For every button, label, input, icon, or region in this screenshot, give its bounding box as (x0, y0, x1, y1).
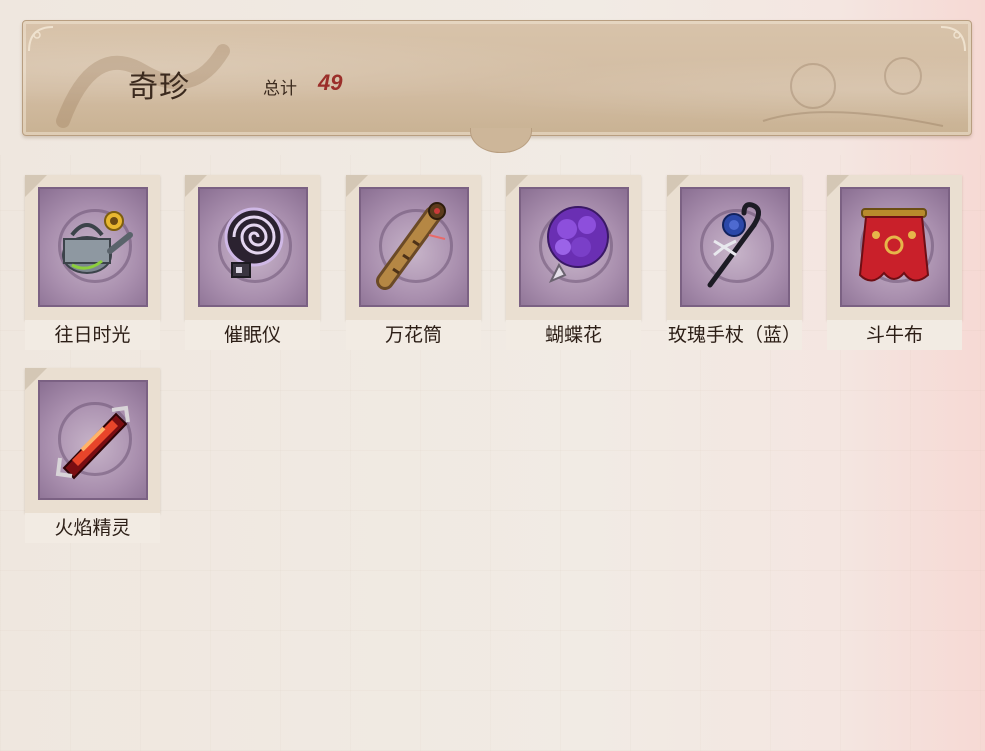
butterfly-bouquet-icon (547, 206, 609, 283)
item-card[interactable]: 蝴蝶花 (506, 175, 641, 350)
item-frame (25, 368, 160, 513)
item-card[interactable]: 玫瑰手杖（蓝） (667, 175, 802, 350)
item-card[interactable]: 催眠仪 (185, 175, 320, 350)
total-count: 49 (318, 70, 343, 95)
blue-rose-cane-icon (707, 202, 761, 288)
item-frame (667, 175, 802, 320)
header-tab-notch (470, 128, 532, 153)
hypnosis-device-icon (224, 207, 284, 278)
item-label: 蝴蝶花 (506, 320, 641, 350)
item-label: 火焰精灵 (25, 513, 160, 543)
item-frame (25, 175, 160, 320)
item-card[interactable]: 火焰精灵 (25, 368, 160, 543)
item-frame (506, 175, 641, 320)
flower-sketch-icon (762, 57, 944, 127)
item-label: 催眠仪 (185, 320, 320, 350)
item-frame (185, 175, 320, 320)
kaleidoscope-icon (376, 202, 446, 290)
corner-ornament-icon (28, 26, 54, 52)
item-card[interactable]: 万花筒 (346, 175, 481, 350)
page-title: 奇珍 (128, 70, 190, 105)
item-label: 往日时光 (25, 320, 160, 350)
watering-can-icon (62, 211, 133, 274)
item-card[interactable]: 斗牛布 (827, 175, 962, 350)
item-label: 万花筒 (346, 320, 481, 350)
total-label: 总计 (263, 79, 297, 98)
item-card[interactable]: 往日时光 (25, 175, 160, 350)
item-label: 斗牛布 (827, 320, 962, 350)
item-frame (827, 175, 962, 320)
item-label: 玫瑰手杖（蓝） (667, 320, 802, 350)
flame-crystal-icon (55, 405, 130, 480)
bullfight-cape-icon (858, 208, 930, 282)
item-frame (346, 175, 481, 320)
